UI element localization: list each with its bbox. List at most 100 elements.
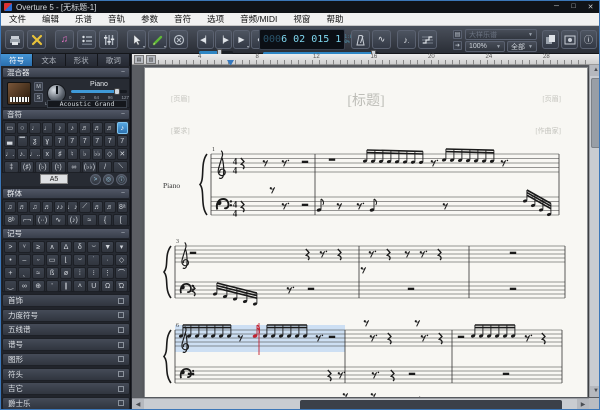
menu-item-8[interactable]: 视窗	[285, 13, 318, 25]
palette-cell[interactable]: ♩	[41, 122, 53, 134]
expand-icon[interactable]	[118, 385, 124, 392]
rest-glyph[interactable]	[190, 284, 196, 297]
palette-cell[interactable]: 7	[66, 135, 78, 147]
palette-cell[interactable]: ♪	[54, 122, 66, 134]
vertical-scrollbar[interactable]: ▲ ▼	[589, 65, 599, 397]
rest-glyph[interactable]	[386, 332, 392, 345]
menu-item-2[interactable]: 乐谱	[67, 13, 100, 25]
sidebar-tab-1[interactable]: 文本	[33, 54, 66, 66]
menu-item-6[interactable]: 选项	[199, 13, 232, 25]
horizontal-scroll-thumb[interactable]	[300, 400, 562, 409]
palette-cell[interactable]: 7	[104, 135, 116, 147]
rest-glyph[interactable]	[304, 248, 310, 261]
palette-cell[interactable]: Ω	[101, 280, 115, 292]
print-button[interactable]	[5, 30, 24, 49]
panel-header-6[interactable]: 吉它	[2, 382, 130, 396]
close-button[interactable]: ✕	[582, 3, 599, 11]
instruction-placeholder[interactable]: [要求]	[171, 126, 190, 136]
expand-icon[interactable]	[118, 400, 124, 407]
palette-cell[interactable]: ƺ	[29, 135, 41, 147]
patch-name[interactable]: Acoustic Grand	[47, 100, 127, 108]
score-page[interactable]: [页眉] [标题] [页眉] [要求] [作曲家] Piano 1444436	[144, 67, 588, 397]
zoom-select[interactable]: 100% ▼	[465, 41, 505, 52]
palette-cell[interactable]: •	[4, 254, 17, 266]
panel-header-3[interactable]: 谱号	[2, 338, 130, 352]
scroll-right-arrow[interactable]: ▶	[577, 399, 589, 409]
rest-glyph[interactable]	[509, 287, 517, 290]
header-right-placeholder[interactable]: [页眉]	[542, 94, 561, 104]
palette-cell[interactable]: ∆	[59, 241, 73, 253]
horizontal-scrollbar[interactable]: ◀ ▶	[132, 398, 589, 409]
expand-icon[interactable]	[118, 371, 124, 377]
rest-glyph[interactable]	[342, 393, 349, 397]
rest-glyph[interactable]	[189, 251, 197, 254]
rest-glyph[interactable]	[307, 287, 315, 290]
palette-cell[interactable]: '	[45, 280, 59, 292]
palette-cell[interactable]: ♬	[91, 122, 103, 134]
palette-cell[interactable]: >	[4, 241, 17, 253]
rest-glyph[interactable]	[370, 393, 377, 397]
collapse-icon[interactable]: −	[121, 69, 125, 76]
step-entry-button[interactable]	[418, 30, 437, 49]
palette-cell[interactable]: 8ᵃ	[116, 201, 128, 213]
step-forward-button[interactable]: ▕▶	[215, 30, 232, 49]
palette-cell[interactable]: ⌒	[115, 267, 128, 279]
palette-cell[interactable]: (♭)	[35, 161, 50, 173]
info-button[interactable]: ⓘ	[580, 30, 597, 49]
score-system-1[interactable]: 14444	[161, 146, 573, 232]
play-note-button[interactable]: >	[90, 174, 101, 185]
palette-cell[interactable]: ⌐¬	[19, 214, 35, 226]
palette-cell[interactable]: ᵕ	[31, 254, 45, 266]
note-glyph[interactable]	[212, 282, 258, 306]
ruler[interactable]: ▤ ▥ 4 8 12 16 20 24 28	[132, 54, 599, 66]
menu-item-4[interactable]: 参数	[133, 13, 166, 25]
palette-cell[interactable]: ▼	[101, 241, 115, 253]
palette-cell[interactable]: 7	[91, 135, 103, 147]
sidebar-tab-3[interactable]: 歌词	[97, 54, 130, 66]
select-tool-button[interactable]: ▾	[127, 30, 146, 49]
volume-slider[interactable]	[71, 88, 127, 95]
palette-cell[interactable]: ▭	[45, 254, 59, 266]
palette-cell[interactable]: ♫	[4, 201, 16, 213]
menu-item-3[interactable]: 音轨	[100, 13, 133, 25]
mixer-button[interactable]	[99, 30, 118, 49]
palette-cell[interactable]: –	[17, 254, 31, 266]
view-select[interactable]: 大样乐谱 ▼	[465, 29, 537, 40]
palette-cell[interactable]: ♬	[104, 122, 116, 134]
note-info-button[interactable]: ⓘ	[116, 174, 127, 185]
menu-item-7[interactable]: 音频/MIDI	[232, 13, 285, 25]
notes-palette-button[interactable]: ♫	[55, 30, 74, 49]
minimize-button[interactable]: ─	[548, 3, 565, 11]
palette-cell[interactable]: ⟋	[79, 201, 91, 213]
track-list-button[interactable]	[77, 30, 96, 49]
palette-cell[interactable]: ♬	[91, 201, 103, 213]
score-system-3[interactable]: 3	[161, 236, 573, 316]
rest-glyph[interactable]	[385, 248, 391, 261]
rest-glyph[interactable]	[436, 248, 442, 261]
rewind-button[interactable]: ◀▏	[197, 30, 214, 49]
panel-header-2[interactable]: 五线谱	[2, 323, 130, 337]
palette-cell[interactable]: ∞	[66, 161, 82, 173]
rest-glyph[interactable]	[540, 332, 546, 345]
rest-glyph[interactable]	[326, 369, 332, 382]
palette-cell[interactable]: ɣ	[41, 135, 53, 147]
palette-cell[interactable]: ≈	[31, 267, 45, 279]
palette-cell[interactable]: ♪	[66, 122, 78, 134]
rest-glyph[interactable]	[363, 320, 370, 327]
swing-button[interactable]: ∿	[372, 30, 391, 49]
menu-item-5[interactable]: 音符	[166, 13, 199, 25]
palette-cell[interactable]: ⌣	[87, 241, 101, 253]
score-viewport[interactable]: [页眉] [标题] [页眉] [要求] [作曲家] Piano 1444436	[132, 65, 589, 397]
palette-cell[interactable]: ∥	[59, 280, 73, 292]
notes-panel-header[interactable]: 音符 −	[2, 109, 130, 120]
palette-cell[interactable]: +	[4, 267, 17, 279]
palette-cell[interactable]: ♪	[116, 122, 128, 134]
palette-cell[interactable]: ᵛ	[17, 241, 31, 253]
palette-cell[interactable]: ♩♪	[66, 201, 78, 213]
palette-cell[interactable]: U	[87, 280, 101, 292]
palette-cell[interactable]: ‿	[4, 280, 17, 292]
palette-cell[interactable]: ‡	[4, 161, 19, 173]
expand-icon[interactable]	[118, 312, 124, 319]
groups-panel-header[interactable]: 群体 −	[2, 188, 130, 199]
palette-cell[interactable]: 7	[116, 135, 128, 147]
